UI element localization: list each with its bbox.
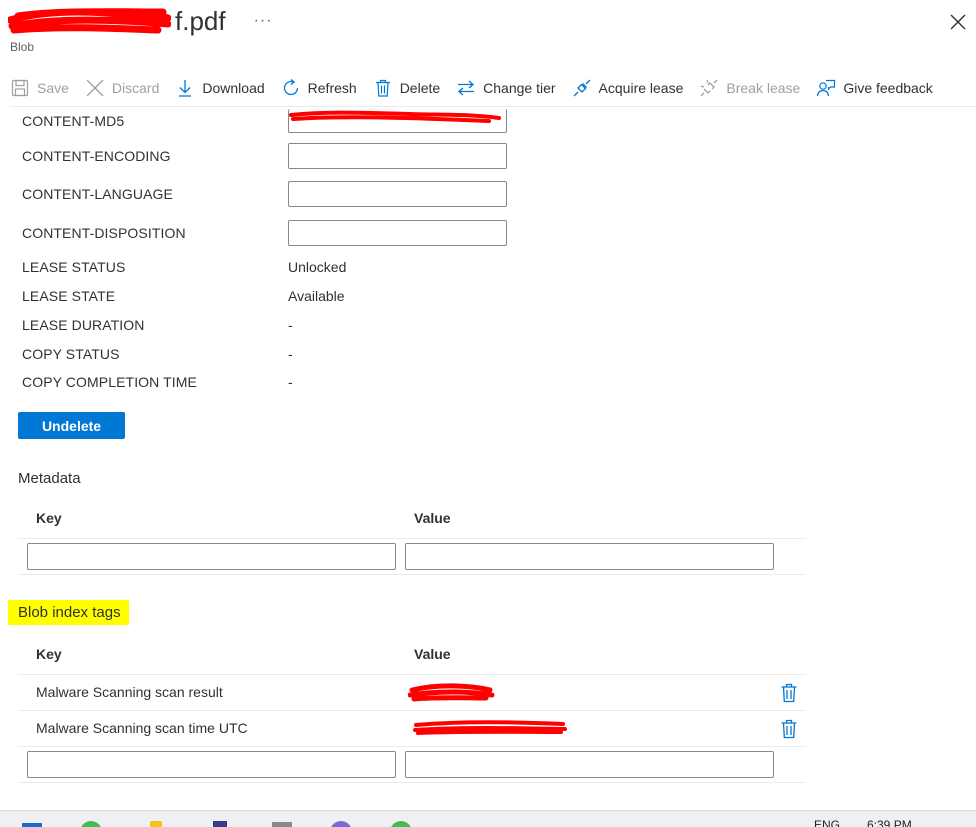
download-label: Download (202, 80, 265, 96)
metadata-key-input[interactable] (27, 543, 396, 570)
blob-index-tags-table: Key Value Malware Scanning scan result M… (18, 636, 806, 784)
save-icon (11, 79, 29, 97)
tag-value-input[interactable] (405, 751, 774, 778)
page-title: f.pdf (175, 5, 226, 36)
redacted-title (6, 6, 172, 36)
taskbar-app-icon[interactable] (272, 822, 292, 827)
lease-state-label: LEASE STATE (22, 288, 116, 304)
lease-status-row: LEASE STATUS Unlocked (22, 259, 346, 275)
save-button[interactable]: Save (10, 72, 69, 104)
more-options-icon[interactable]: ··· (254, 12, 273, 30)
os-taskbar: ENG 6:39 PM (0, 810, 976, 827)
taskbar-app-icon[interactable] (150, 821, 162, 827)
tag-key: Malware Scanning scan time UTC (36, 720, 248, 736)
blob-index-tags-title: Blob index tags (8, 600, 129, 625)
metadata-value-header: Value (414, 510, 451, 526)
delete-icon (375, 79, 390, 97)
content-encoding-label: CONTENT-ENCODING (22, 148, 171, 164)
command-bar: Save Discard Download Refresh Delete Cha… (10, 72, 949, 104)
discard-label: Discard (111, 80, 160, 96)
taskbar-app-icon[interactable] (80, 821, 102, 827)
content-md5-field[interactable] (288, 109, 507, 133)
break-lease-button[interactable]: Break lease (699, 72, 800, 104)
taskbar-app-icon[interactable] (390, 821, 412, 827)
tags-row-divider (18, 746, 806, 747)
content-language-label: CONTENT-LANGUAGE (22, 186, 173, 202)
refresh-label: Refresh (307, 80, 357, 96)
blob-properties-panel: f.pdf ··· Blob Save Discard Download Ref… (0, 0, 976, 827)
change-tier-icon (458, 80, 475, 96)
content-md5-row: CONTENT-MD5 (22, 109, 507, 133)
lease-status-label: LEASE STATUS (22, 259, 126, 275)
tags-header-divider (18, 674, 806, 675)
acquire-lease-icon (573, 79, 591, 97)
acquire-lease-label: Acquire lease (598, 80, 684, 96)
redacted-md5 (289, 110, 501, 123)
delete-label: Delete (399, 80, 441, 96)
break-lease-label: Break lease (726, 80, 801, 96)
download-button[interactable]: Download (175, 72, 265, 104)
content-disposition-row: CONTENT-DISPOSITION (22, 220, 507, 246)
copy-status-label: COPY STATUS (22, 346, 120, 362)
content-encoding-row: CONTENT-ENCODING (22, 143, 507, 169)
title-row: f.pdf ··· (6, 2, 273, 40)
content-language-input[interactable] (288, 181, 507, 207)
windows-start-icon[interactable] (22, 823, 42, 827)
refresh-icon (283, 79, 298, 96)
language-indicator[interactable]: ENG (814, 818, 840, 827)
delete-button[interactable]: Delete (373, 72, 440, 104)
taskbar-clock[interactable]: 6:39 PM (867, 818, 912, 827)
tags-key-header: Key (36, 646, 62, 662)
lease-duration-row: LEASE DURATION - (22, 317, 293, 333)
metadata-value-input[interactable] (405, 543, 774, 570)
refresh-button[interactable]: Refresh (281, 72, 357, 104)
lease-status-value: Unlocked (288, 259, 347, 275)
metadata-row-divider (18, 574, 806, 575)
page-subtitle: Blob (10, 40, 35, 54)
undelete-button[interactable]: Undelete (18, 412, 125, 439)
lease-duration-label: LEASE DURATION (22, 317, 145, 333)
redacted-tag-value (413, 720, 567, 735)
metadata-key-header: Key (36, 510, 62, 526)
metadata-title: Metadata (18, 470, 81, 487)
metadata-header-divider (18, 538, 806, 539)
lease-state-row: LEASE STATE Available (22, 288, 345, 304)
content-md5-label: CONTENT-MD5 (22, 113, 125, 129)
delete-tag-icon[interactable] (780, 683, 798, 703)
taskbar-app-icon[interactable] (330, 821, 352, 827)
content-encoding-input[interactable] (288, 143, 507, 169)
copy-completion-time-row: COPY COMPLETION TIME - (22, 374, 293, 390)
download-icon (179, 80, 192, 97)
copy-completion-time-value: - (288, 374, 293, 390)
content-disposition-input[interactable] (288, 220, 507, 246)
tags-last-divider (18, 782, 806, 783)
close-icon[interactable] (948, 12, 968, 32)
give-feedback-button[interactable]: Give feedback (816, 72, 933, 104)
taskbar-app-icon[interactable] (213, 821, 227, 827)
give-feedback-label: Give feedback (843, 80, 933, 96)
copy-completion-time-label: COPY COMPLETION TIME (22, 374, 197, 390)
tag-key-input[interactable] (27, 751, 396, 778)
change-tier-button[interactable]: Change tier (456, 72, 556, 104)
copy-status-value: - (288, 346, 293, 362)
save-label: Save (37, 80, 69, 96)
discard-icon (86, 79, 104, 97)
metadata-table: Key Value (18, 500, 806, 576)
break-lease-icon (700, 79, 718, 97)
change-tier-label: Change tier (483, 80, 556, 96)
acquire-lease-button[interactable]: Acquire lease (572, 72, 684, 104)
lease-duration-value: - (288, 317, 293, 333)
tag-key: Malware Scanning scan result (36, 684, 223, 700)
lease-state-value: Available (288, 288, 345, 304)
content-language-row: CONTENT-LANGUAGE (22, 181, 507, 207)
content-disposition-label: CONTENT-DISPOSITION (22, 225, 186, 241)
delete-tag-icon[interactable] (780, 719, 798, 739)
feedback-icon (817, 79, 836, 97)
tags-value-header: Value (414, 646, 451, 662)
toolbar-divider (10, 106, 976, 107)
discard-button[interactable]: Discard (85, 72, 159, 104)
tags-row-divider (18, 710, 806, 711)
redacted-tag-value (408, 683, 495, 702)
copy-status-row: COPY STATUS - (22, 346, 293, 362)
